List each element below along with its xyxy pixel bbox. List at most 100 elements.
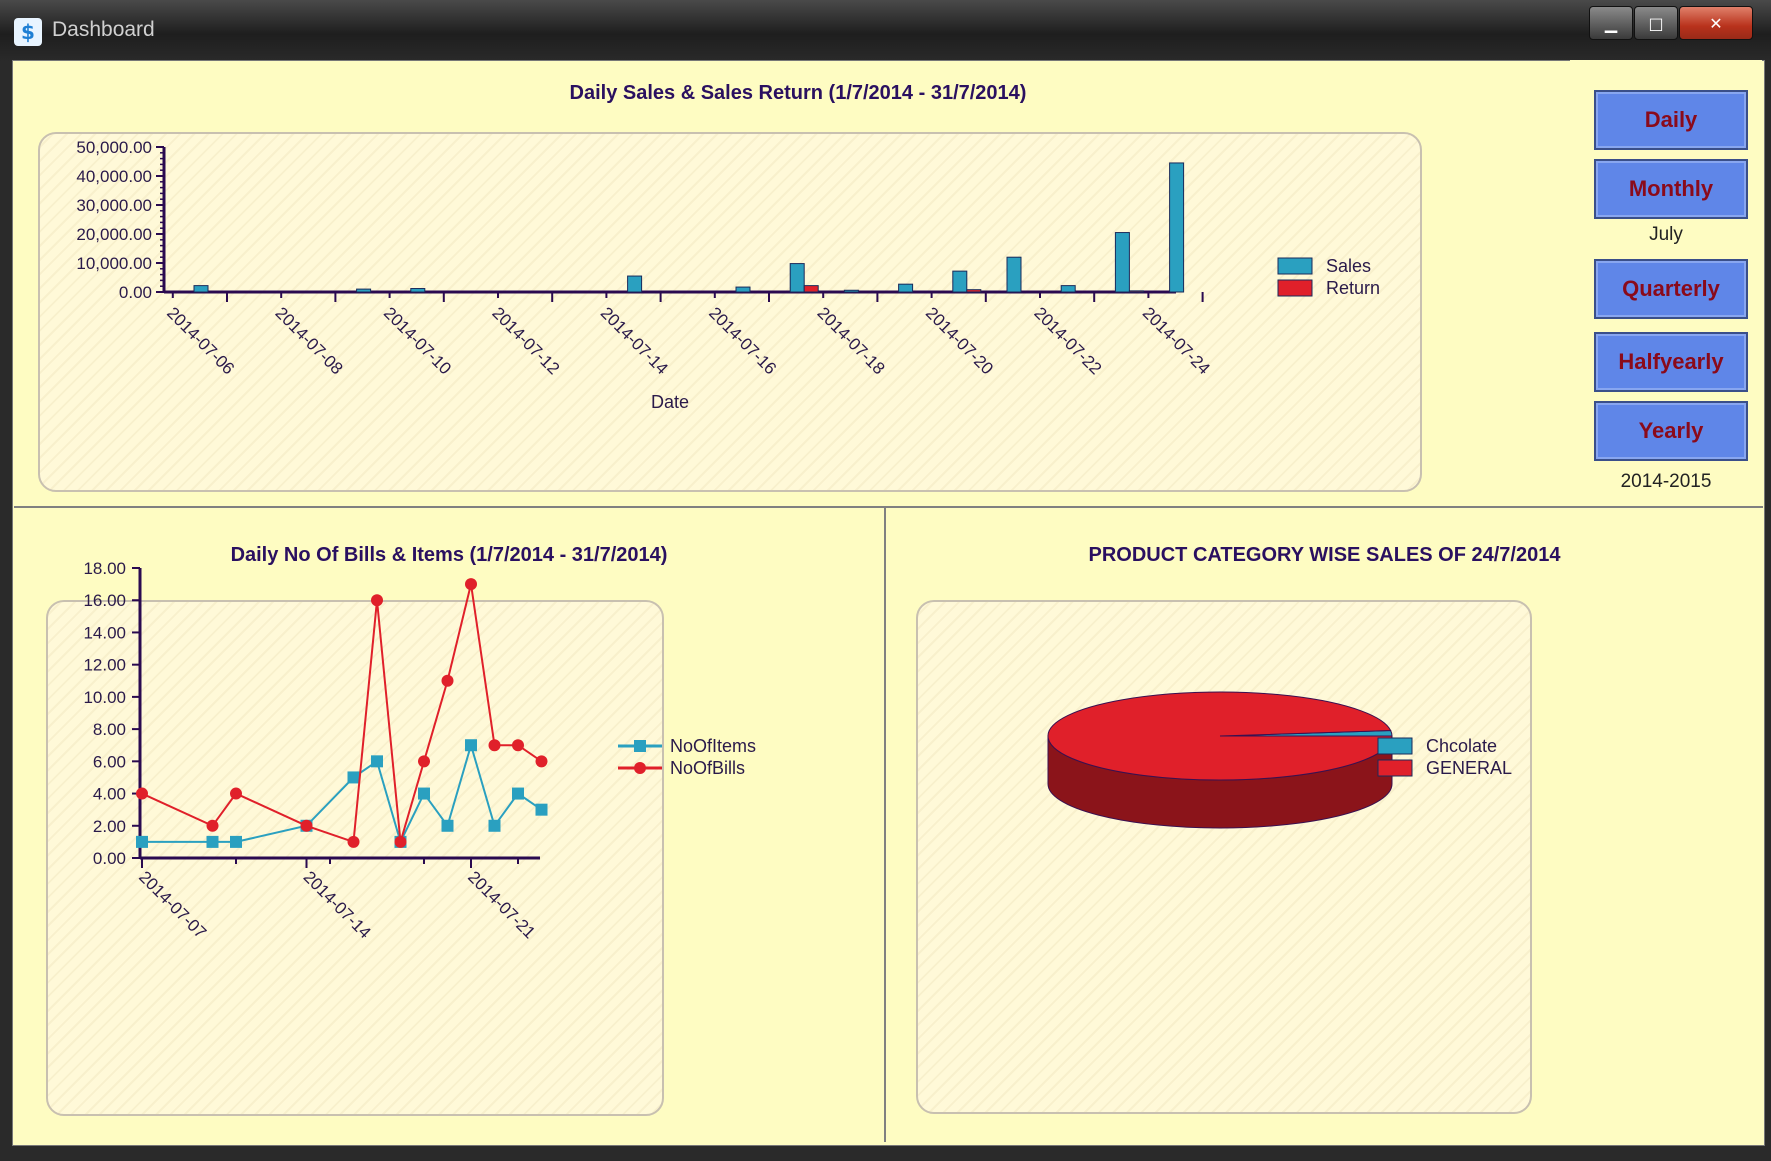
items-marker bbox=[206, 835, 219, 848]
legend-label-sales: Sales bbox=[1326, 256, 1371, 276]
sales-bar bbox=[735, 286, 751, 293]
bills-marker bbox=[206, 819, 219, 832]
title-bar[interactable]: $ Dashboard ▁ □ ✕ bbox=[0, 0, 1771, 62]
minimize-icon: ▁ bbox=[1604, 13, 1618, 33]
yearly-button[interactable]: Yearly bbox=[1594, 401, 1748, 461]
monthly-button[interactable]: Monthly bbox=[1594, 159, 1748, 219]
items-marker bbox=[441, 819, 454, 832]
items-marker bbox=[418, 787, 430, 800]
period-selector-panel: Daily Monthly July Quarterly Halfyearly … bbox=[1570, 60, 1762, 507]
bills-line bbox=[141, 583, 543, 844]
legend-marker-noofbills bbox=[634, 762, 646, 774]
y-tick-label: 6.00 bbox=[93, 752, 126, 771]
x-axis-title: Date bbox=[651, 392, 689, 412]
legend-swatch-general bbox=[1377, 759, 1413, 777]
close-icon: ✕ bbox=[1709, 13, 1723, 33]
bills-marker bbox=[441, 674, 454, 687]
return-bar bbox=[803, 285, 819, 293]
legend-label-noofitems: NoOfItems bbox=[670, 736, 756, 756]
bills-marker bbox=[347, 835, 360, 848]
legend-label-noofbills: NoOfBills bbox=[670, 758, 745, 778]
sales-bar bbox=[898, 283, 914, 293]
legend-swatch-chcolate bbox=[1377, 737, 1413, 755]
y-tick-label: 20,000.00 bbox=[76, 225, 152, 244]
y-tick-label: 18.00 bbox=[83, 559, 126, 578]
window-controls: ▁ □ ✕ bbox=[1588, 6, 1753, 40]
y-tick-label: 0.00 bbox=[93, 849, 126, 868]
bills-chart-panel: Daily No Of Bills & Items (1/7/2014 - 31… bbox=[14, 508, 884, 1142]
legend-swatch-return bbox=[1277, 279, 1313, 297]
pie-slice-general bbox=[1047, 691, 1393, 781]
x-tick-label: 2014-07-14 bbox=[300, 867, 375, 942]
month-label: July bbox=[1649, 224, 1683, 245]
bills-marker bbox=[535, 755, 548, 768]
y-tick-label: 2.00 bbox=[93, 817, 126, 836]
items-marker bbox=[230, 835, 242, 848]
y-tick-label: 4.00 bbox=[93, 785, 126, 804]
bills-marker bbox=[371, 594, 383, 607]
sales-bar bbox=[410, 288, 426, 293]
bills-marker bbox=[394, 835, 407, 848]
items-marker bbox=[535, 803, 548, 816]
halfyearly-button[interactable]: Halfyearly bbox=[1594, 332, 1748, 392]
items-marker bbox=[512, 787, 524, 800]
y-tick-label: 40,000.00 bbox=[76, 167, 152, 186]
app-icon: $ bbox=[14, 18, 42, 46]
y-tick-label: 14.00 bbox=[83, 623, 126, 642]
sales-bar bbox=[1169, 162, 1185, 293]
x-tick-label: 2014-07-24 bbox=[1139, 303, 1214, 378]
x-tick-label: 2014-07-16 bbox=[705, 303, 780, 378]
sales-bar bbox=[843, 289, 859, 293]
bills-line-chart: 0.00 2.00 4.00 6.00 8.00 10.00 12.00 14.00 16.00… bbox=[83, 559, 756, 942]
items-marker bbox=[347, 771, 360, 784]
x-tick-label: 2014-07-12 bbox=[488, 303, 563, 378]
sales-bar bbox=[1114, 232, 1130, 293]
category-pie-chart: ChcolateGENERAL bbox=[1047, 691, 1512, 829]
minimize-button[interactable]: ▁ bbox=[1589, 6, 1633, 40]
bills-marker bbox=[418, 755, 430, 768]
x-tick-label: 2014-07-06 bbox=[163, 303, 238, 378]
close-button[interactable]: ✕ bbox=[1679, 6, 1753, 40]
x-tick-label: 2014-07-21 bbox=[464, 867, 539, 942]
sales-bar bbox=[356, 288, 372, 293]
y-tick-label: 0.00 bbox=[119, 283, 152, 302]
bills-marker bbox=[300, 819, 313, 832]
y-tick-label: 10.00 bbox=[83, 688, 126, 707]
sales-bar bbox=[627, 275, 643, 293]
category-chart-panel: PRODUCT CATEGORY WISE SALES OF 24/7/2014… bbox=[886, 508, 1763, 1142]
sales-bar bbox=[1060, 285, 1076, 293]
daily-button[interactable]: Daily bbox=[1594, 90, 1748, 150]
legend-swatch-sales bbox=[1277, 257, 1313, 275]
x-tick-label: 2014-07-08 bbox=[272, 303, 347, 378]
x-tick-label: 2014-07-07 bbox=[135, 867, 210, 942]
bills-marker bbox=[136, 787, 148, 800]
y-tick-label: 10,000.00 bbox=[76, 254, 152, 273]
maximize-button[interactable]: □ bbox=[1634, 6, 1678, 40]
x-tick-label: 2014-07-20 bbox=[922, 303, 997, 378]
y-tick-label: 8.00 bbox=[93, 720, 126, 739]
dashboard-window: $ Dashboard ▁ □ ✕ Daily Sales & Sales Re… bbox=[0, 0, 1771, 1161]
sales-bar bbox=[789, 263, 805, 293]
bills-marker bbox=[230, 787, 242, 800]
return-bar bbox=[1128, 290, 1144, 293]
sales-chart-panel: Daily Sales & Sales Return (1/7/2014 - 3… bbox=[14, 62, 1582, 506]
x-tick-label: 2014-07-14 bbox=[597, 303, 672, 378]
return-bar bbox=[966, 289, 982, 293]
quarterly-button[interactable]: Quarterly bbox=[1594, 259, 1748, 319]
bills-marker bbox=[512, 739, 524, 752]
legend-marker-noofitems bbox=[634, 740, 646, 752]
y-tick-label: 30,000.00 bbox=[76, 196, 152, 215]
sales-bar-chart: 0.00 10,000.00 20,000.00 30,000.00 40,000.00… bbox=[76, 138, 1380, 412]
items-marker bbox=[136, 835, 148, 848]
x-tick-label: 2014-07-10 bbox=[380, 303, 455, 378]
y-tick-label: 12.00 bbox=[83, 656, 126, 675]
year-label: 2014-2015 bbox=[1620, 471, 1712, 492]
x-tick-label: 2014-07-18 bbox=[814, 303, 889, 378]
y-tick-label: 50,000.00 bbox=[76, 138, 152, 157]
legend-label-chcolate: Chcolate bbox=[1426, 736, 1497, 756]
sales-bar bbox=[952, 270, 968, 293]
bills-marker bbox=[465, 578, 477, 591]
items-marker bbox=[488, 819, 501, 832]
legend-label-general: GENERAL bbox=[1426, 758, 1512, 778]
items-marker bbox=[371, 755, 383, 768]
